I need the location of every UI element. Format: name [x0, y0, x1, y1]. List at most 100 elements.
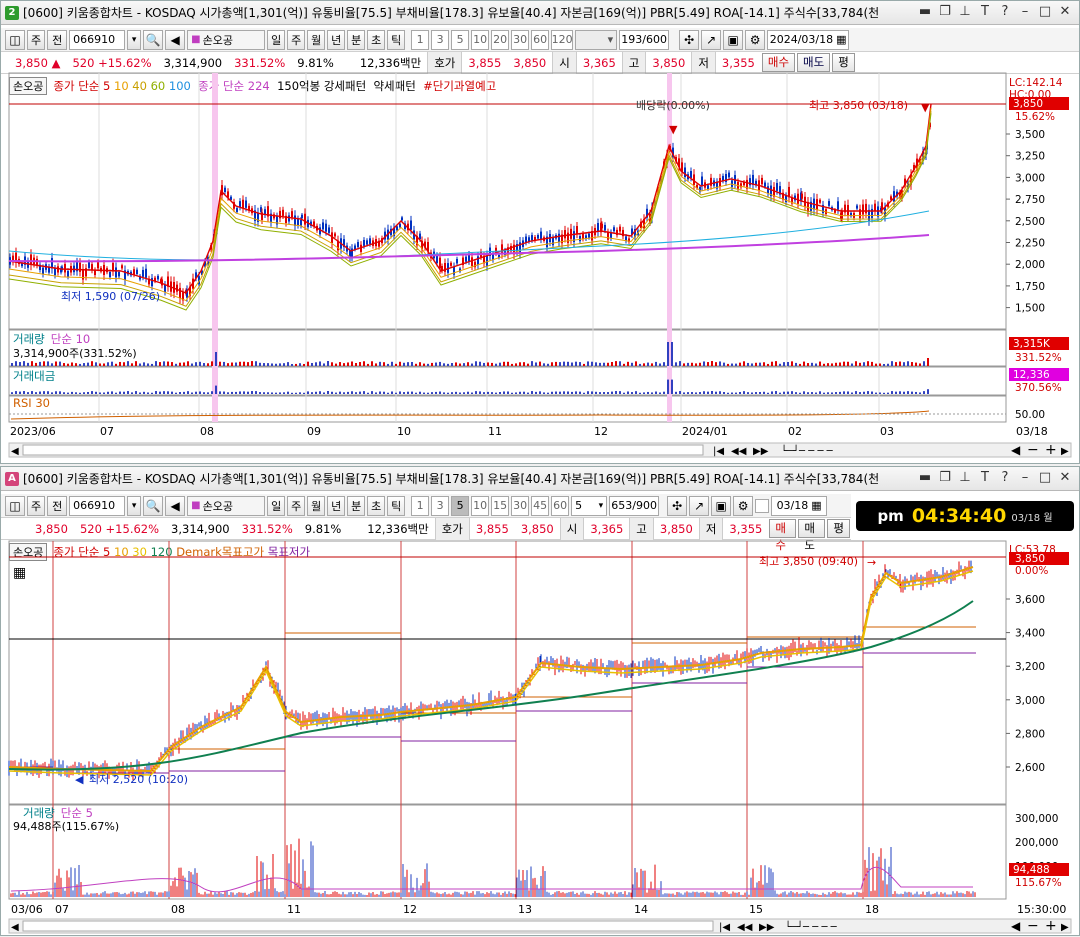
period-week[interactable]: 주: [287, 29, 306, 50]
sound-icon[interactable]: ◀: [165, 495, 186, 516]
settings-icon[interactable]: ⚙: [733, 495, 754, 516]
layout-icon[interactable]: ◫: [5, 495, 25, 516]
minimize-icon[interactable]: ▬: [915, 469, 935, 487]
daily-chart-canvas[interactable]: ▼ ▼ 배당락(0.00%) 최고 3,850 (03/18) 최저 1,590 …: [1, 71, 1080, 465]
period-day[interactable]: 일: [267, 29, 286, 50]
market-tab[interactable]: 주: [27, 495, 46, 516]
minimize-window-icon[interactable]: –: [1015, 3, 1035, 21]
eval-button[interactable]: 평: [832, 53, 855, 72]
bar-count-field[interactable]: 193/600: [619, 29, 670, 50]
period-tick[interactable]: 틱: [387, 29, 406, 50]
scroll-start-icon[interactable]: |◀: [713, 446, 724, 457]
sound-icon[interactable]: ◀: [165, 29, 186, 50]
pin-icon[interactable]: ⊥: [955, 469, 975, 487]
period-second[interactable]: 초: [367, 29, 386, 50]
date-field[interactable]: 03/18 ▦: [771, 495, 828, 516]
all-tab[interactable]: 전: [47, 29, 68, 50]
zoom-plus-icon[interactable]: +: [1045, 442, 1057, 458]
close-icon[interactable]: ✕: [1055, 469, 1075, 487]
zoom-minus-icon[interactable]: −: [1027, 442, 1039, 458]
period-minute[interactable]: 분: [347, 29, 366, 50]
text-icon[interactable]: T: [975, 3, 995, 21]
date-checkbox[interactable]: [755, 498, 770, 513]
help-icon[interactable]: ?: [995, 469, 1015, 487]
period-day[interactable]: 일: [267, 495, 286, 516]
period-second[interactable]: 초: [367, 495, 386, 516]
period-minute[interactable]: 분: [347, 495, 366, 516]
interval-1[interactable]: 1: [411, 495, 430, 516]
interval-120[interactable]: 120: [551, 29, 574, 50]
restore-icon[interactable]: ❐: [935, 469, 955, 487]
search-button-icon[interactable]: 🔍: [143, 29, 164, 50]
minute-chart-canvas[interactable]: ▦ → ◀ 최고 3,850 (09:40) 최저 2,520 (10:20) 거…: [1, 537, 1080, 937]
help-icon[interactable]: ?: [995, 3, 1015, 21]
zoom-plus-icon[interactable]: +: [1045, 918, 1057, 934]
period-month[interactable]: 월: [307, 495, 326, 516]
sell-button[interactable]: 매도: [797, 53, 831, 72]
data-table-icon[interactable]: ▦: [13, 565, 26, 581]
close-icon[interactable]: ✕: [1055, 3, 1075, 21]
period-tick[interactable]: 틱: [387, 495, 406, 516]
calendar-icon[interactable]: ▦: [811, 499, 821, 512]
save-icon[interactable]: ▣: [723, 29, 744, 50]
interval-45[interactable]: 45: [531, 495, 550, 516]
scroll-prev-icon[interactable]: ◀◀: [731, 446, 747, 457]
maximize-icon[interactable]: □: [1035, 469, 1055, 487]
interval-unit-select[interactable]: 5 ▾: [571, 495, 608, 516]
market-tab[interactable]: 주: [27, 29, 46, 50]
interval-dropdown[interactable]: ▾: [575, 29, 618, 50]
settings-icon[interactable]: ⚙: [745, 29, 766, 50]
interval-3[interactable]: 3: [431, 29, 450, 50]
scroll-right-icon[interactable]: ▶: [1061, 922, 1069, 933]
sell-button[interactable]: 매도: [798, 519, 826, 552]
save-icon[interactable]: ▣: [711, 495, 732, 516]
minimize-icon[interactable]: ▬: [915, 3, 935, 21]
date-field[interactable]: 2024/03/18 ▦: [767, 29, 850, 50]
zoom-slider-icon[interactable]: └─┘─ ─ ─ ─: [781, 444, 834, 457]
trend-tool-icon[interactable]: ↗: [701, 29, 722, 50]
maximize-icon[interactable]: □: [1035, 3, 1055, 21]
all-tab[interactable]: 전: [47, 495, 68, 516]
stock-code-input[interactable]: 066910: [69, 495, 126, 516]
trend-tool-icon[interactable]: ↗: [689, 495, 710, 516]
period-week[interactable]: 주: [287, 495, 306, 516]
scroll-prev-icon[interactable]: ◀◀: [737, 922, 753, 933]
interval-5[interactable]: 5: [451, 29, 470, 50]
interval-30[interactable]: 30: [511, 29, 530, 50]
zoom-slider-icon[interactable]: └─┘─ ─ ─ ─: [785, 920, 838, 933]
zoom-out-icon[interactable]: ◀: [1011, 919, 1021, 933]
interval-30[interactable]: 30: [511, 495, 530, 516]
zoom-out-icon[interactable]: ◀: [1011, 443, 1021, 457]
restore-icon[interactable]: ❐: [935, 3, 955, 21]
eval-button[interactable]: 평: [827, 519, 850, 538]
layout-icon[interactable]: ◫: [5, 29, 25, 50]
scroll-next-icon[interactable]: ▶▶: [759, 922, 775, 933]
text-icon[interactable]: T: [975, 469, 995, 487]
interval-10[interactable]: 10: [471, 29, 490, 50]
crosshair-icon[interactable]: ✣: [667, 495, 688, 516]
minimize-window-icon[interactable]: –: [1015, 469, 1035, 487]
interval-60[interactable]: 60: [531, 29, 550, 50]
search-icon[interactable]: ▾: [127, 29, 142, 50]
buy-button[interactable]: 매수: [761, 53, 796, 72]
interval-1[interactable]: 1: [411, 29, 430, 50]
interval-5[interactable]: 5: [451, 495, 470, 516]
buy-button[interactable]: 매수: [769, 519, 797, 552]
search-button-icon[interactable]: 🔍: [143, 495, 164, 516]
interval-60[interactable]: 60: [551, 495, 570, 516]
chart-scrollbar-thumb[interactable]: [22, 444, 704, 456]
stock-name-field[interactable]: ■ 손오공: [187, 495, 266, 516]
period-month[interactable]: 월: [307, 29, 326, 50]
zoom-minus-icon[interactable]: −: [1027, 918, 1039, 934]
interval-10[interactable]: 10: [471, 495, 490, 516]
scroll-left-icon[interactable]: ◀: [11, 446, 19, 457]
scroll-start-icon[interactable]: |◀: [719, 922, 730, 933]
calendar-icon[interactable]: ▦: [836, 33, 846, 46]
interval-15[interactable]: 15: [491, 495, 510, 516]
stock-code-input[interactable]: 066910: [69, 29, 126, 50]
scroll-right-icon[interactable]: ▶: [1061, 446, 1069, 457]
interval-3[interactable]: 3: [431, 495, 450, 516]
search-icon[interactable]: ▾: [127, 495, 142, 516]
chart-scrollbar-thumb[interactable]: [22, 920, 714, 932]
scroll-left-icon[interactable]: ◀: [11, 922, 19, 933]
